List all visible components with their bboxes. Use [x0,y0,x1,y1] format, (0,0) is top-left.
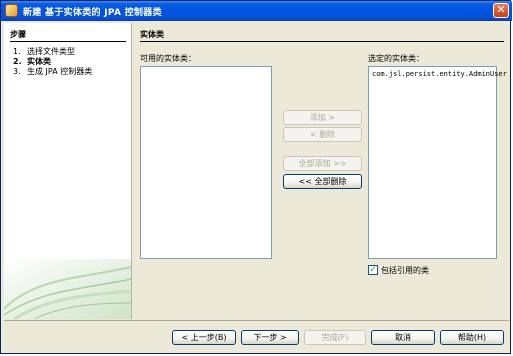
wizard-decoration-graphic [4,259,131,319]
step-number: 2. [13,57,22,66]
steps-panel: 步骤 1. 选择文件类型 2. 实体类 3. 生成 JPA 控制器类 [4,23,132,319]
back-button[interactable]: < 上一步(B) [172,330,236,345]
selected-entities-label: 选定的实体类： [368,54,424,63]
step-label: 生成 JPA 控制器类 [27,67,93,76]
include-referenced-label: 包括引用的类 [381,266,429,275]
main-panel: 实体类 可用的实体类： 选定的实体类： com.jsl.persist.enti… [132,23,509,319]
remove-button[interactable]: < 删除 [283,127,362,142]
cancel-button[interactable]: 取消 [371,330,435,345]
selected-entities-list[interactable]: com.jsl.persist.entity.AdminUser [368,66,507,259]
available-entities-list[interactable] [140,66,272,259]
add-button[interactable]: 添加 > [283,110,362,125]
app-icon [5,4,18,17]
window-title: 新建 基于实体类的 JPA 控制器类 [23,8,162,18]
close-button[interactable]: ✕ [493,3,509,18]
remove-all-button[interactable]: << 全部删除 [283,174,362,189]
add-all-button[interactable]: 全部添加 >> [283,156,362,171]
steps-heading: 步骤 [10,30,26,39]
section-divider [140,41,504,42]
list-item[interactable]: com.jsl.persist.entity.AdminUser [372,70,507,78]
dialog-window: 新建 基于实体类的 JPA 控制器类 ✕ 步骤 1. 选择文件类型 2. 实体类 3… [0,0,512,354]
help-button[interactable]: 帮助(H) [440,330,504,345]
steps-divider [10,41,126,42]
step-item-3: 3. 生成 JPA 控制器类 [13,66,92,77]
step-label: 选择文件类型 [27,47,75,56]
step-number: 1. [13,47,21,56]
finish-button[interactable]: 完成(F) [304,330,366,345]
step-number: 3. [13,67,21,76]
title-bar[interactable]: 新建 基于实体类的 JPA 控制器类 ✕ [1,1,512,21]
available-entities-label: 可用的实体类： [140,54,196,63]
step-label: 实体类 [27,57,51,66]
footer-divider [4,320,509,321]
section-title: 实体类 [140,30,164,39]
include-referenced-checkbox[interactable]: ✓ [368,265,378,275]
next-button[interactable]: 下一步 > [241,330,299,345]
